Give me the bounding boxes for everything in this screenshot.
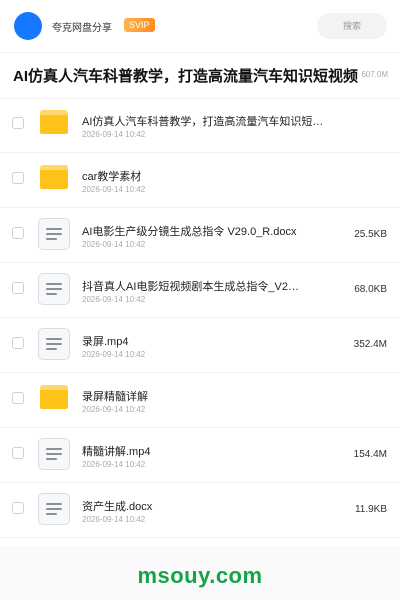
file-row[interactable]: car教学素材 2026-09-14 10:42 [0, 153, 400, 208]
share-title-row: AI仿真人汽车科普教学，打造高流量汽车知识短视频 607.0M [0, 52, 400, 99]
file-date: 2026-09-14 10:42 [82, 405, 146, 414]
site-watermark: msouy.com [137, 563, 263, 588]
svip-badge: SVIP [124, 18, 155, 32]
file-row[interactable]: AI仿真人汽车科普教学，打造高流量汽车知识短视频 2026-09-14 10:4… [0, 98, 400, 153]
row-checkbox[interactable] [12, 447, 24, 459]
file-date: 2026-09-14 10:42 [82, 240, 146, 249]
folder-icon [40, 165, 68, 189]
file-date: 2026-09-14 10:42 [82, 185, 146, 194]
row-checkbox[interactable] [12, 117, 24, 129]
row-checkbox[interactable] [12, 282, 24, 294]
file-list: AI仿真人汽车科普教学，打造高流量汽车知识短视频 2026-09-14 10:4… [0, 98, 400, 538]
owner-avatar[interactable] [14, 12, 42, 40]
file-name: 资产生成.docx [82, 501, 153, 513]
search-input[interactable]: 搜索 [317, 13, 387, 39]
file-name: AI电影生产级分镜生成总指令 V29.0_R.docx [82, 226, 297, 238]
file-date: 2026-09-14 10:42 [82, 460, 146, 469]
file-date: 2026-09-14 10:42 [82, 515, 146, 524]
file-row[interactable]: AI电影生产级分镜生成总指令 V29.0_R.docx 2026-09-14 1… [0, 208, 400, 263]
share-header: 夸克网盘分享 SVIP 搜索 [0, 0, 400, 53]
row-checkbox[interactable] [12, 227, 24, 239]
file-name: 录屏精髓详解 [82, 391, 148, 403]
file-date: 2026-09-14 10:42 [82, 295, 146, 304]
document-icon [38, 493, 70, 525]
video-file-icon [38, 438, 70, 470]
owner-name: 夸克网盘分享 [52, 23, 112, 34]
total-size: 607.0M [361, 70, 388, 79]
file-size: 352.4M [353, 339, 387, 350]
document-icon [38, 218, 70, 250]
file-row[interactable]: 资产生成.docx 2026-09-14 10:42 11.9KB [0, 483, 400, 538]
video-file-icon [38, 328, 70, 360]
file-name: 录屏.mp4 [82, 336, 129, 348]
file-size: 11.9KB [354, 504, 387, 515]
document-icon [38, 273, 70, 305]
file-date: 2026-09-14 10:42 [82, 130, 146, 139]
page-title: AI仿真人汽车科普教学，打造高流量汽车知识短视频 [13, 68, 359, 85]
row-checkbox[interactable] [12, 172, 24, 184]
file-name: 精髓讲解.mp4 [82, 446, 151, 458]
folder-icon [40, 110, 68, 134]
file-name: AI仿真人汽车科普教学，打造高流量汽车知识短视频 [82, 116, 332, 128]
file-name: 抖音真人AI电影短视频剧本生成总指令_V2026.docx [82, 281, 302, 293]
file-size: 25.5KB [354, 229, 387, 240]
file-size: 154.4M [353, 449, 387, 460]
row-checkbox[interactable] [12, 337, 24, 349]
folder-icon [40, 385, 68, 409]
file-date: 2026-09-14 10:42 [82, 350, 146, 359]
row-checkbox[interactable] [12, 392, 24, 404]
file-size: 68.0KB [354, 284, 387, 295]
file-name: car教学素材 [82, 171, 142, 183]
file-row[interactable]: 录屏精髓详解 2026-09-14 10:42 [0, 373, 400, 428]
file-row[interactable]: 录屏.mp4 2026-09-14 10:42 352.4M [0, 318, 400, 373]
file-row[interactable]: 精髓讲解.mp4 2026-09-14 10:42 154.4M [0, 428, 400, 483]
file-row[interactable]: 抖音真人AI电影短视频剧本生成总指令_V2026.docx 2026-09-14… [0, 263, 400, 318]
row-checkbox[interactable] [12, 502, 24, 514]
